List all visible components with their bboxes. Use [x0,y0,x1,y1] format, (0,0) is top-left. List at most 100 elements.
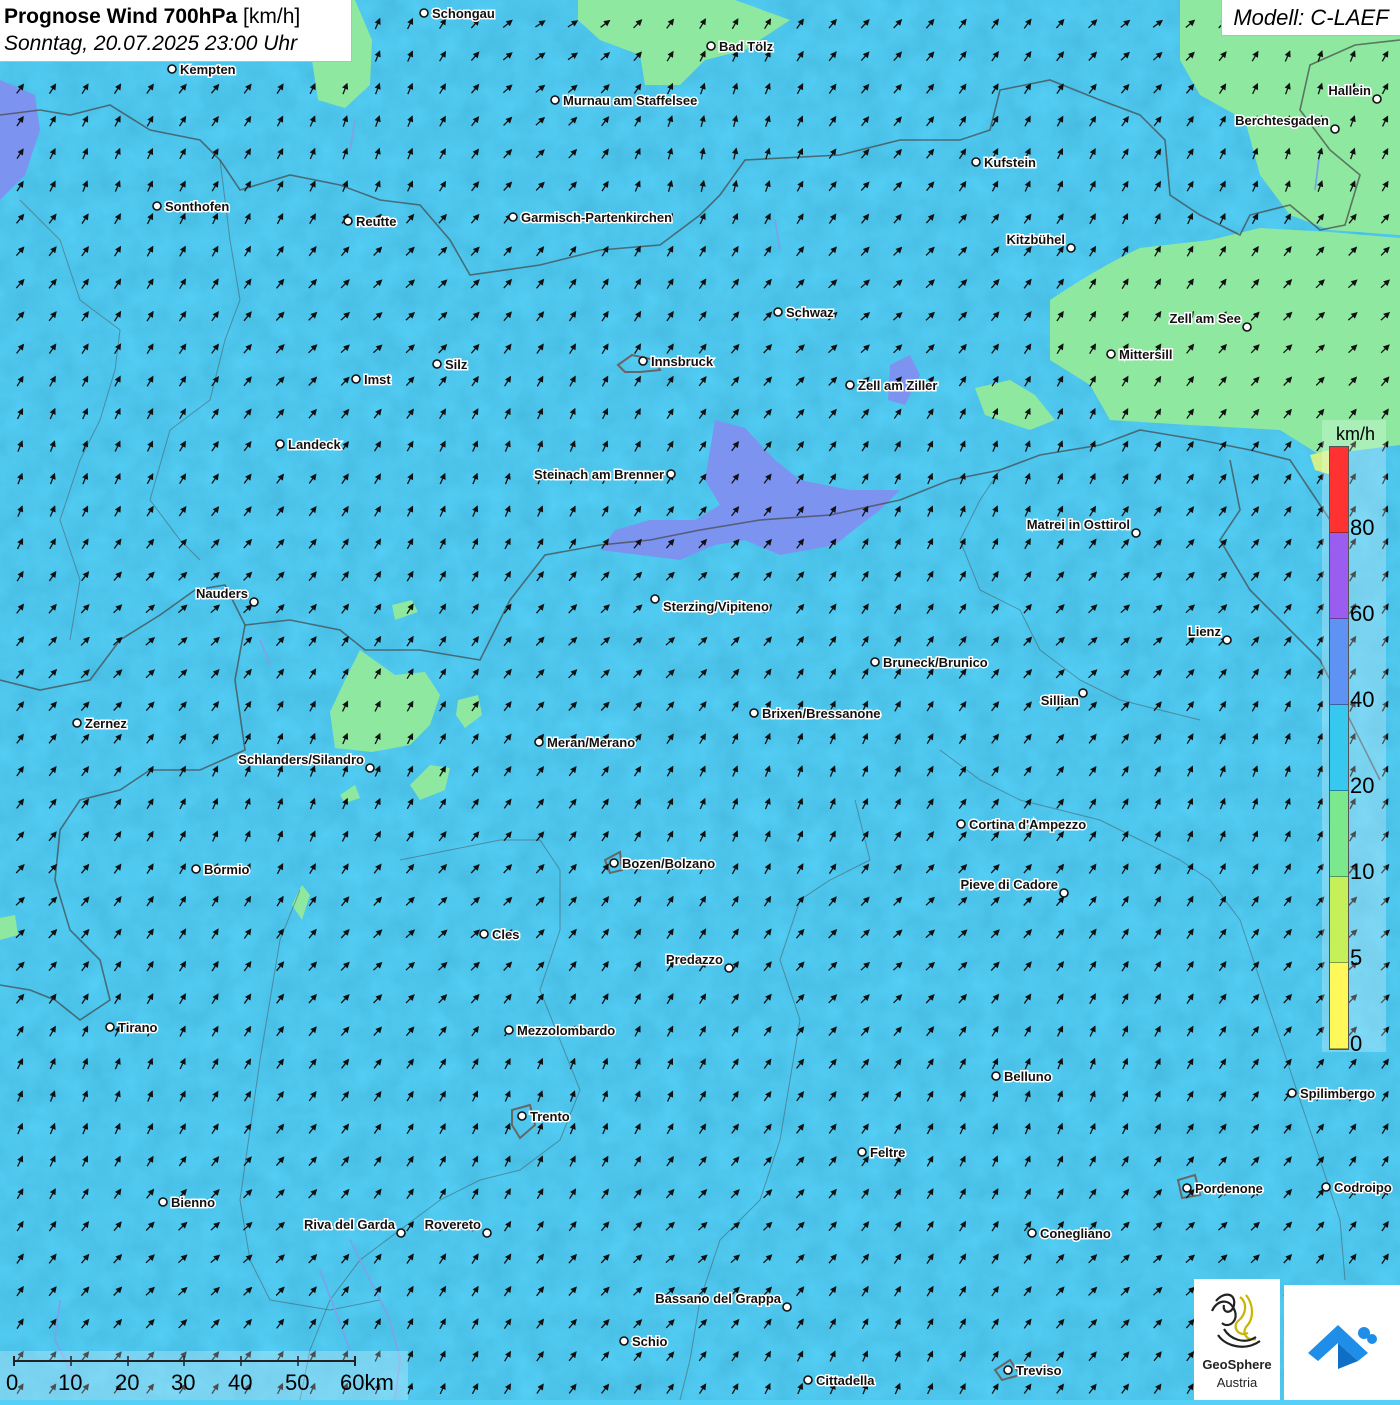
scale-label: 40 [228,1370,253,1395]
app-logo-icon [1308,1325,1377,1369]
city-marker[interactable]: Zell am Ziller [845,377,939,395]
city-marker[interactable]: Cortina d'Ampezzo [956,816,1088,834]
city-dot [749,708,759,718]
legend-colorbar [1329,446,1349,1050]
city-label: Spilimbergo [1300,1086,1375,1101]
city-marker[interactable]: Sonthofen [152,198,231,216]
city-dot [482,1228,492,1238]
legend-color-segment [1330,619,1348,705]
city-dot [158,1197,168,1207]
legend-color-segment [1330,705,1348,791]
city-label: Feltre [870,1145,905,1160]
geosphere-logo-subtext: Austria [1216,1375,1258,1390]
geosphere-logo[interactable]: GeoSphere Austria [1194,1279,1280,1400]
city-dot [1222,635,1232,645]
city-label: Conegliano [1040,1226,1111,1241]
legend-tick-label: 20 [1350,773,1375,798]
city-dot [365,763,375,773]
legend-color-segment [1330,791,1348,877]
city-marker[interactable]: Conegliano [1027,1225,1112,1243]
scale-label: 60km [340,1370,394,1395]
city-dot [609,858,619,868]
city-dot [845,380,855,390]
city-label: Rovereto [425,1217,481,1232]
legend-tick-label: 40 [1350,687,1375,712]
city-label: Cortina d'Ampezzo [969,817,1086,832]
city-dot [249,597,259,607]
city-dot [396,1228,406,1238]
city-marker[interactable]: Brixen/Bressanone [749,705,882,723]
city-dot [1003,1365,1013,1375]
city-label: Zernez [85,716,127,731]
title-box: Prognose Wind 700hPa [km/h] Sonntag, 20.… [0,0,352,62]
city-marker[interactable]: Bozen/Bolzano [609,855,717,873]
city-dot [105,1022,115,1032]
city-label: Treviso [1016,1363,1062,1378]
city-label: Belluno [1004,1069,1052,1084]
scale-label: 50 [285,1370,310,1395]
city-dot [724,963,734,973]
city-marker[interactable]: Spilimbergo [1287,1085,1377,1103]
city-label: Lienz [1188,624,1222,639]
legend-color-segment [1330,533,1348,619]
city-marker[interactable]: Steinach am Brenner [532,466,676,484]
city-dot [1372,94,1382,104]
city-label: Zell am Ziller [858,378,937,393]
city-label: Mittersill [1119,347,1172,362]
city-dot [1330,124,1340,134]
city-label: Berchtesgaden [1235,113,1329,128]
city-label: Schlanders/Silandro [238,752,364,767]
city-label: Kempten [180,62,236,77]
city-dot [870,657,880,667]
geosphere-logo-icon [1210,1293,1261,1348]
city-marker[interactable]: Pordenone [1182,1180,1264,1198]
city-marker[interactable]: Mezzolombardo [504,1022,617,1040]
city-dot [152,201,162,211]
scale-label: 10 [58,1370,83,1395]
city-marker[interactable]: Bruneck/Brunico [870,654,989,672]
city-marker[interactable]: Meran/Merano [534,734,637,752]
city-dot [517,1111,527,1121]
city-dot [343,216,353,226]
city-label: Steinach am Brenner [534,467,664,482]
city-dot [191,864,201,874]
city-label: Predazzo [666,952,723,967]
city-dot [1066,243,1076,253]
city-dot [650,594,660,604]
city-dot [1059,888,1069,898]
city-label: Riva del Garda [304,1217,396,1232]
city-label: Cles [492,927,519,942]
city-label: Bassano del Grappa [655,1291,781,1306]
city-dot [706,41,716,51]
app-logo[interactable] [1284,1285,1400,1400]
city-dot [275,439,285,449]
city-marker[interactable]: Schongau [419,5,496,23]
city-label: Garmisch-Partenkirchen [521,210,672,225]
city-label: Trento [530,1109,570,1124]
city-label: Sonthofen [165,199,229,214]
city-label: Nauders [196,586,248,601]
city-label: Kufstein [984,155,1036,170]
city-dot [1242,322,1252,332]
scale-label: 30 [171,1370,196,1395]
city-marker[interactable]: Garmisch-Partenkirchen [508,209,674,227]
city-label: Cittadella [816,1373,875,1388]
city-label: Tirano [118,1020,158,1035]
city-marker[interactable]: Innsbruck [638,353,715,371]
city-dot [782,1302,792,1312]
city-dot [1131,528,1141,538]
city-label: Bad Tölz [719,39,774,54]
city-dot [534,737,544,747]
city-dot [991,1071,1001,1081]
city-dot [167,64,177,74]
legend-color-segment [1330,963,1348,1049]
city-label: Schongau [432,6,495,21]
wind-map: Schongau Bad Tölz Kempten Murnau am Staffel… [0,0,1400,1400]
city-dot [351,374,361,384]
city-dot [479,929,489,939]
city-dot [1078,688,1088,698]
city-marker[interactable]: Murnau am Staffelsee [550,92,699,110]
scale-label: 0 [6,1370,19,1395]
city-dot [971,157,981,167]
city-label: Sillian [1041,693,1079,708]
